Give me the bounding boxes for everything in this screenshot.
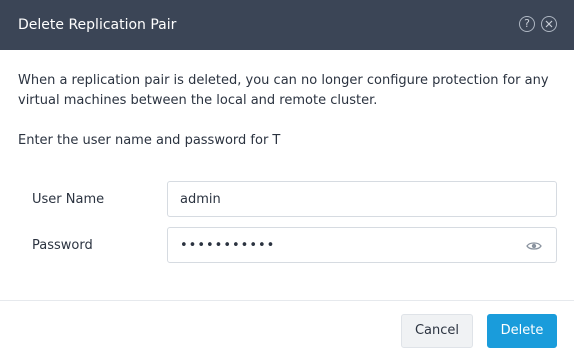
eye-icon[interactable] bbox=[526, 238, 542, 252]
close-icon[interactable] bbox=[541, 16, 557, 32]
username-label: User Name bbox=[32, 192, 105, 207]
help-icon[interactable]: ? bbox=[519, 16, 535, 32]
username-input[interactable] bbox=[167, 181, 557, 217]
credentials-prompt: Enter the user name and password for T bbox=[18, 133, 281, 148]
cancel-button[interactable]: Cancel bbox=[401, 314, 473, 348]
dialog-header: Delete Replication Pair ? bbox=[0, 0, 574, 50]
delete-replication-pair-dialog: Delete Replication Pair ? When a replica… bbox=[0, 0, 574, 359]
delete-warning-text: When a replication pair is deleted, you … bbox=[18, 73, 549, 108]
dialog-title: Delete Replication Pair bbox=[18, 17, 177, 33]
footer-divider bbox=[0, 300, 574, 301]
delete-button[interactable]: Delete bbox=[487, 314, 557, 348]
password-input[interactable] bbox=[167, 227, 557, 263]
password-label: Password bbox=[32, 238, 93, 253]
